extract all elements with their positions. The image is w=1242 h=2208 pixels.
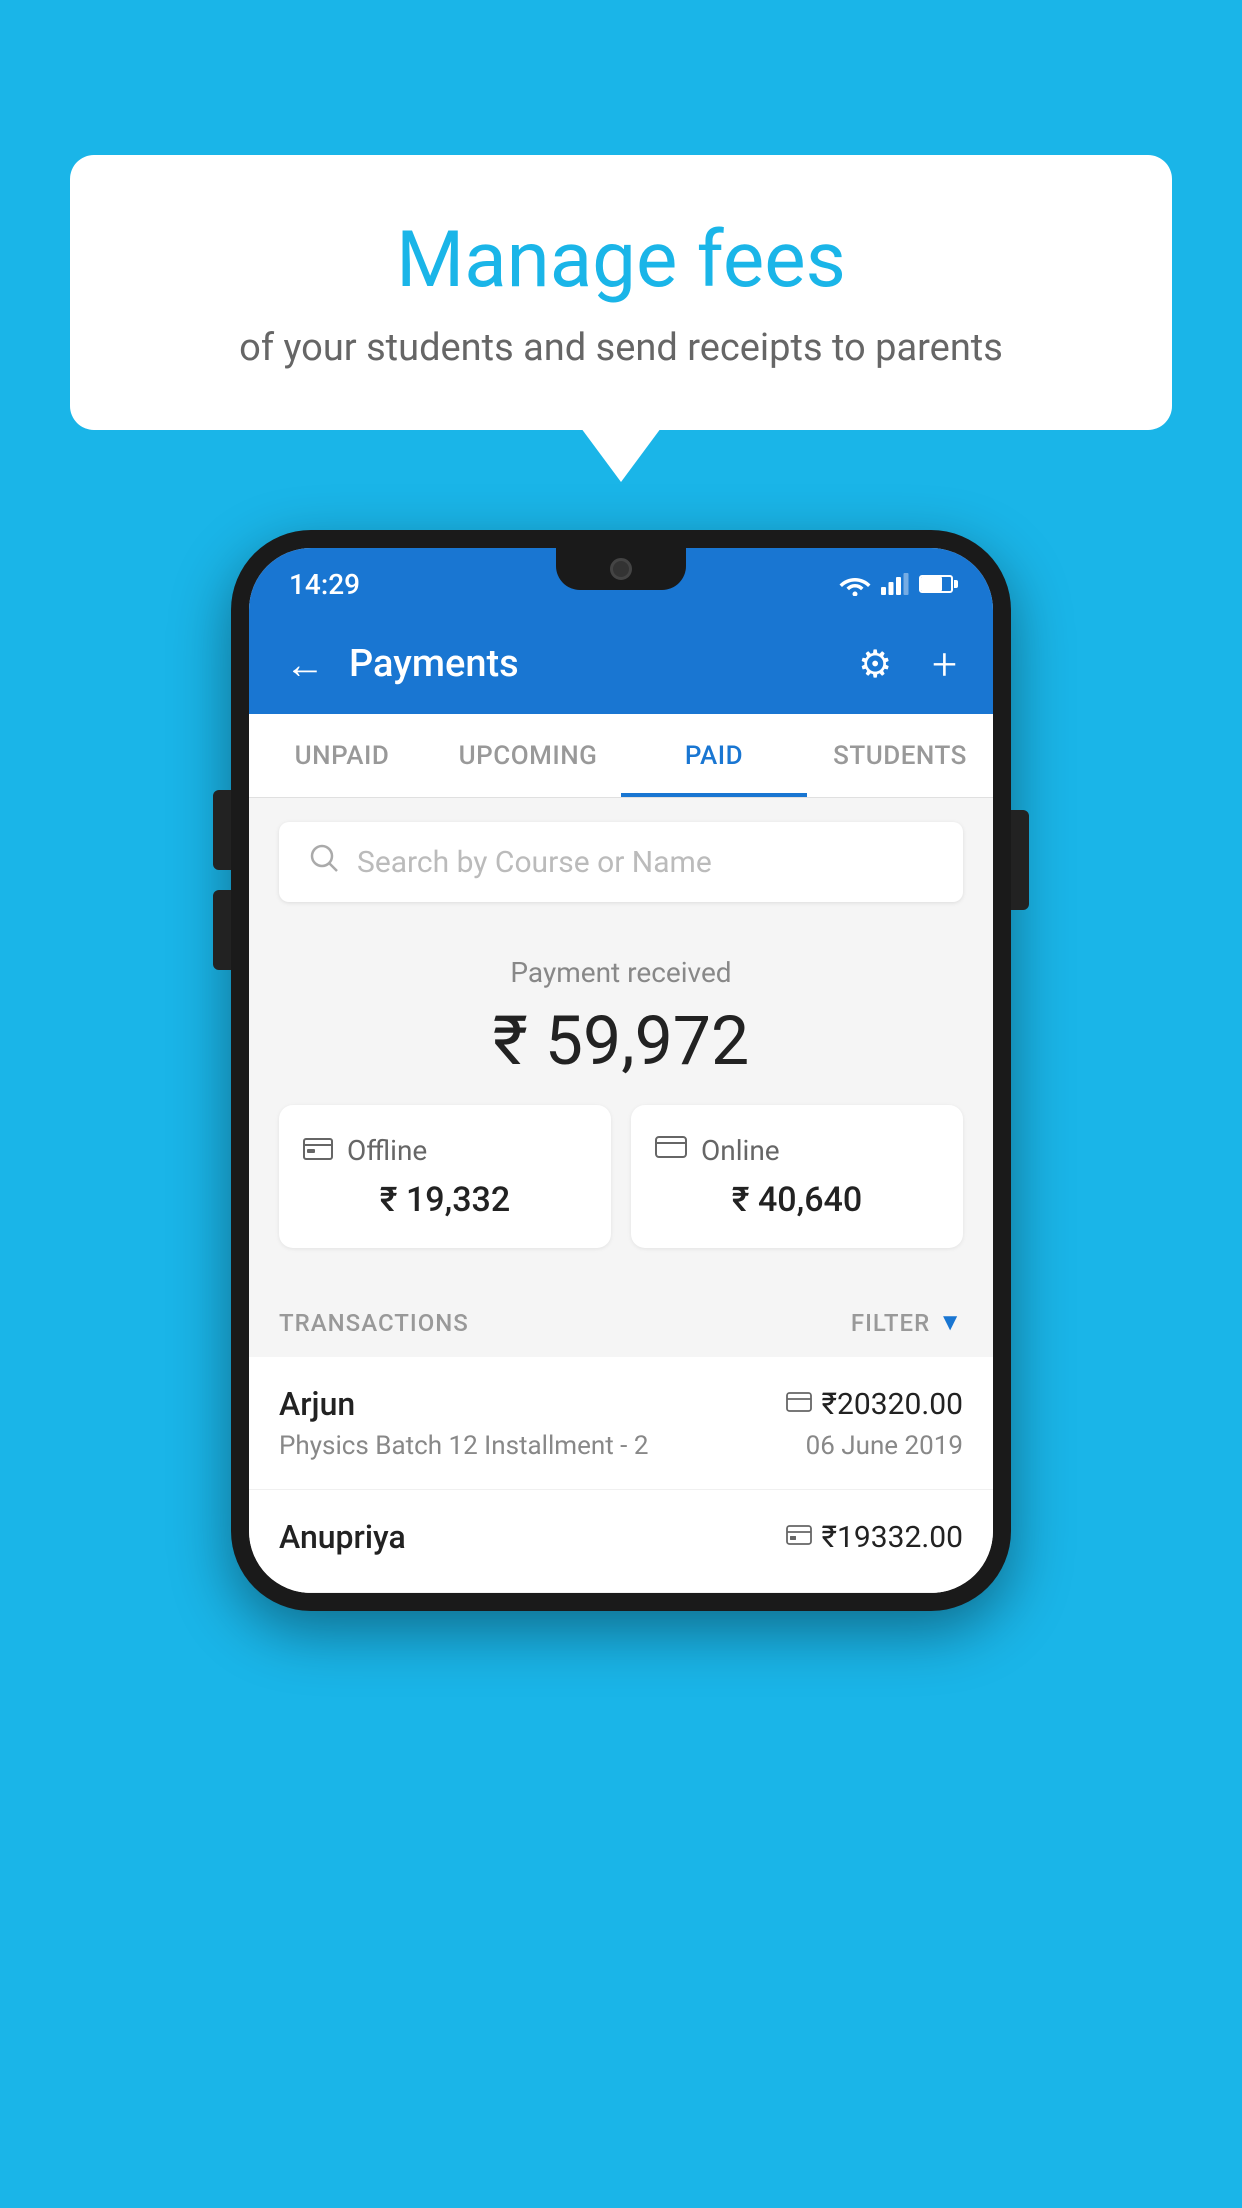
online-label: Online <box>701 1134 780 1167</box>
back-button[interactable]: ← <box>285 641 325 688</box>
header-title: Payments <box>349 642 834 686</box>
offline-icon <box>303 1133 333 1168</box>
wifi-icon <box>839 572 871 596</box>
tab-upcoming[interactable]: UPCOMING <box>435 714 621 797</box>
transaction-row[interactable]: Anupriya ₹19332.00 <box>249 1490 993 1593</box>
transaction-row-bottom: Physics Batch 12 Installment - 2 06 June… <box>279 1431 963 1461</box>
transaction-amount: ₹20320.00 <box>822 1387 963 1422</box>
payment-total-amount: ₹ 59,972 <box>279 1001 963 1081</box>
transaction-name: Anupriya <box>279 1518 406 1556</box>
battery-icon <box>919 575 953 593</box>
online-card: Online ₹ 40,640 <box>631 1105 963 1248</box>
tab-students[interactable]: STUDENTS <box>807 714 993 797</box>
settings-button[interactable]: ⚙ <box>858 642 892 687</box>
speech-bubble: Manage fees of your students and send re… <box>70 155 1172 430</box>
search-icon <box>309 843 339 881</box>
offline-label: Offline <box>347 1134 427 1167</box>
transaction-date: 06 June 2019 <box>806 1431 963 1461</box>
transactions-header: TRANSACTIONS FILTER ▼ <box>249 1288 993 1357</box>
transaction-course: Physics Batch 12 Installment - 2 <box>279 1431 648 1461</box>
transaction-row-top: Anupriya ₹19332.00 <box>279 1518 963 1556</box>
add-button[interactable]: + <box>932 638 957 690</box>
bubble-subtitle: of your students and send receipts to pa… <box>120 326 1122 370</box>
bubble-title: Manage fees <box>120 215 1122 306</box>
filter-button[interactable]: FILTER ▼ <box>851 1308 963 1337</box>
payment-cards: Offline ₹ 19,332 Online <box>279 1105 963 1268</box>
transaction-type-icon <box>786 1522 812 1552</box>
transaction-row[interactable]: Arjun ₹20320.00 Physics Batch 12 Install… <box>249 1357 993 1490</box>
app-header: ← Payments ⚙ + <box>249 614 993 714</box>
tab-paid[interactable]: PAID <box>621 714 807 797</box>
payment-received-label: Payment received <box>279 956 963 989</box>
payment-summary: Payment received ₹ 59,972 <box>249 926 993 1288</box>
transaction-amount: ₹19332.00 <box>822 1520 963 1555</box>
speech-bubble-container: Manage fees of your students and send re… <box>70 155 1172 430</box>
filter-label: FILTER <box>851 1309 930 1337</box>
status-icons <box>839 572 953 596</box>
filter-icon: ▼ <box>938 1308 963 1337</box>
signal-icon <box>881 573 909 595</box>
online-card-header: Online <box>655 1133 939 1168</box>
camera-dot <box>610 558 632 580</box>
offline-card: Offline ₹ 19,332 <box>279 1105 611 1248</box>
search-bar[interactable]: Search by Course or Name <box>279 822 963 902</box>
offline-amount: ₹ 19,332 <box>303 1180 587 1220</box>
phone-screen: 14:29 <box>249 548 993 1593</box>
tabs-container: UNPAID UPCOMING PAID STUDENTS <box>249 714 993 798</box>
status-time: 14:29 <box>289 568 360 601</box>
search-container: Search by Course or Name <box>249 798 993 926</box>
online-icon <box>655 1133 687 1168</box>
offline-card-header: Offline <box>303 1133 587 1168</box>
transaction-amount-wrap: ₹19332.00 <box>786 1520 963 1555</box>
transactions-label: TRANSACTIONS <box>279 1309 469 1337</box>
phone-device: 14:29 <box>231 530 1011 1611</box>
phone-frame: 14:29 <box>231 530 1011 1611</box>
transaction-amount-wrap: ₹20320.00 <box>786 1387 963 1422</box>
phone-notch <box>556 548 686 590</box>
transaction-type-icon <box>786 1389 812 1419</box>
transaction-name: Arjun <box>279 1385 355 1423</box>
online-amount: ₹ 40,640 <box>655 1180 939 1220</box>
transaction-row-top: Arjun ₹20320.00 <box>279 1385 963 1423</box>
tab-unpaid[interactable]: UNPAID <box>249 714 435 797</box>
search-input[interactable]: Search by Course or Name <box>357 845 712 880</box>
